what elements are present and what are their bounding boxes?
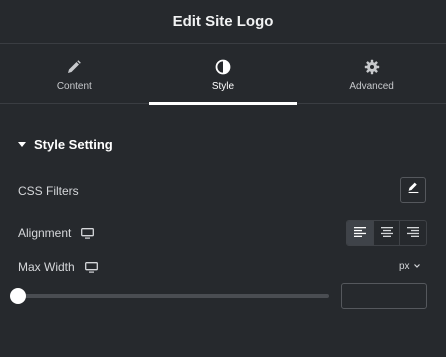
alignment-choices: [346, 220, 427, 246]
tab-advanced[interactable]: Advanced: [297, 44, 446, 104]
tab-advanced-label: Advanced: [349, 81, 394, 92]
align-center-button[interactable]: [372, 221, 400, 245]
chevron-down-icon: [410, 261, 420, 272]
alignment-text: Alignment: [18, 226, 72, 240]
css-filters-label: CSS Filters: [18, 184, 79, 198]
tab-style-label: Style: [211, 81, 235, 92]
align-left-icon: [353, 224, 366, 242]
half-circle-icon: [215, 59, 231, 75]
unit-label: px: [399, 261, 410, 272]
css-filters-edit-button[interactable]: [400, 177, 426, 203]
panel-header: Edit Site Logo: [0, 0, 446, 44]
slider-handle[interactable]: [10, 288, 26, 304]
tab-bar: Content Style Advanced: [0, 44, 446, 105]
align-left-button[interactable]: [347, 221, 373, 245]
style-setting-toggle[interactable]: Style Setting: [18, 135, 113, 153]
panel-title: Edit Site Logo: [172, 13, 274, 30]
unit-selector[interactable]: px: [399, 261, 420, 272]
tab-style[interactable]: Style: [148, 44, 298, 105]
desktop-icon[interactable]: [84, 261, 98, 273]
align-right-button[interactable]: [399, 221, 426, 245]
tab-content-label: Content: [56, 81, 92, 92]
alignment-label: Alignment: [18, 226, 95, 240]
max-width-text: Max Width: [18, 260, 75, 274]
tab-content[interactable]: Content: [0, 44, 149, 104]
pencil-icon: [66, 59, 82, 75]
max-width-label: Max Width: [18, 260, 98, 274]
section-title: Style Setting: [34, 136, 113, 152]
pencil-icon: [407, 181, 420, 199]
desktop-icon[interactable]: [81, 227, 95, 239]
max-width-slider[interactable]: [10, 288, 329, 304]
gear-icon: [364, 59, 380, 75]
max-width-input[interactable]: [341, 283, 427, 309]
align-right-icon: [407, 224, 420, 242]
caret-down-icon: [18, 141, 26, 147]
css-filters-text: CSS Filters: [18, 184, 79, 198]
align-center-icon: [380, 224, 393, 242]
